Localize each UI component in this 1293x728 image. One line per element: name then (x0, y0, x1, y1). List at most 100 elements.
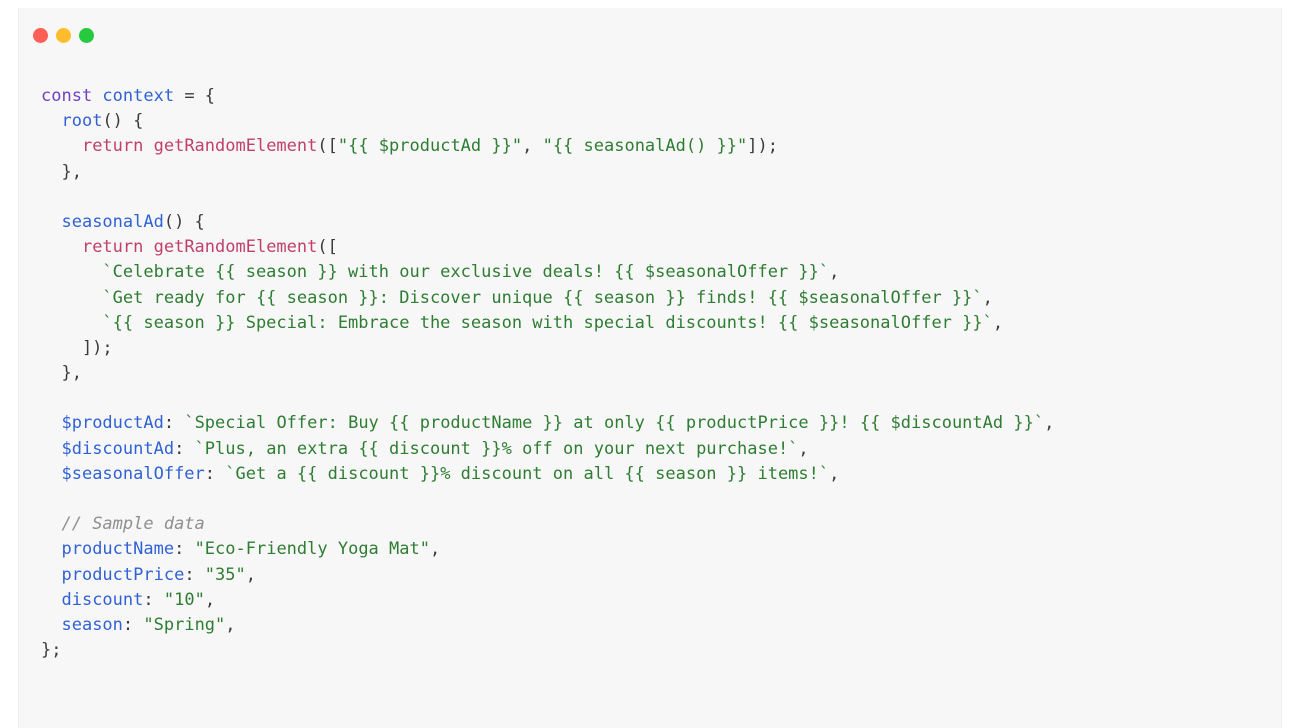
code-token: () { (102, 111, 144, 132)
code-token: $productAd (61, 413, 164, 434)
code-line: productName: "Eco-Friendly Yoga Mat", (41, 537, 1054, 562)
code-token: `{{ season }} Special: Embrace the seaso… (102, 312, 993, 333)
code-line: `{{ season }} Special: Embrace the seaso… (41, 311, 1054, 336)
code-token: season (61, 614, 123, 635)
code-token: discount (61, 589, 144, 610)
code-token: `Special Offer: Buy {{ productName }} at… (184, 413, 1045, 434)
code-token: , (829, 262, 840, 283)
minimize-dot-icon[interactable] (56, 28, 71, 43)
code-token: productPrice (61, 564, 185, 585)
code-token: "10" (163, 589, 205, 610)
code-token: () { (163, 211, 205, 232)
code-token: , (829, 463, 840, 484)
code-token: , (982, 287, 993, 308)
code-block: const context = { root() { return getRan… (41, 84, 1054, 663)
code-line: season: "Spring", (41, 613, 1054, 638)
code-token: ]); (41, 337, 113, 358)
code-line: root() { (41, 109, 1054, 134)
code-token: getRandomElement (153, 136, 318, 157)
code-token: , (1044, 413, 1055, 434)
code-token: return (81, 237, 154, 258)
code-token: productName (61, 539, 175, 560)
code-line: $productAd: `Special Offer: Buy {{ produ… (41, 411, 1054, 436)
code-token: , (204, 589, 216, 610)
code-token: return (81, 136, 154, 157)
code-token: "Eco-Friendly Yoga Mat" (194, 539, 430, 560)
code-line: $discountAd: `Plus, an extra {{ discount… (41, 437, 1054, 462)
code-token: $seasonalOffer (61, 463, 205, 484)
code-token: ]); (747, 136, 778, 157)
code-line: $seasonalOffer: `Get a {{ discount }}% d… (41, 462, 1054, 487)
zoom-dot-icon[interactable] (79, 28, 94, 43)
code-token: }, (41, 161, 82, 182)
code-token: : (174, 438, 195, 459)
code-line: return getRandomElement(["{{ $productAd … (41, 134, 1054, 159)
code-token: `Get ready for {{ season }}: Discover un… (102, 287, 983, 308)
code-token: getRandomElement (153, 237, 318, 258)
code-token: , (429, 539, 441, 560)
code-token: "35" (204, 564, 246, 585)
code-token: , (522, 136, 543, 157)
code-token: : (204, 463, 226, 484)
code-line: productPrice: "35", (41, 563, 1054, 588)
code-token: "Spring" (143, 614, 226, 635)
window-controls (33, 28, 94, 43)
code-token: , (798, 438, 809, 459)
code-token: : (143, 589, 164, 610)
code-line: `Get ready for {{ season }}: Discover un… (41, 286, 1054, 311)
code-window: const context = { root() { return getRan… (18, 8, 1282, 728)
code-token: }; (41, 640, 62, 661)
code-token: ([ (317, 136, 338, 157)
code-line: }, (41, 361, 1054, 386)
code-token: , (245, 564, 256, 585)
code-line: }, (41, 160, 1054, 185)
code-token: const (41, 86, 103, 106)
code-line: return getRandomElement([ (41, 235, 1054, 260)
code-line: discount: "10", (41, 588, 1054, 613)
code-token: context (102, 86, 175, 106)
code-token: `Celebrate {{ season }} with our exclusi… (102, 262, 830, 283)
code-token: // Sample data (61, 514, 205, 535)
code-token: , (992, 312, 1004, 333)
code-token: seasonalAd (61, 211, 164, 232)
code-token: , (225, 614, 236, 635)
code-line: ]); (41, 336, 1054, 361)
code-token: `Plus, an extra {{ discount }}% off on y… (194, 438, 799, 459)
code-token: "{{ seasonalAd() }}" (542, 136, 748, 157)
code-token: root (61, 111, 103, 132)
code-token: ([ (317, 237, 338, 258)
code-token: }, (41, 363, 82, 384)
close-dot-icon[interactable] (33, 28, 48, 43)
code-token: $discountAd (61, 438, 175, 459)
code-token: : (184, 564, 205, 585)
code-token: = { (174, 86, 216, 106)
code-token: "{{ $productAd }}" (337, 136, 523, 157)
code-line: const context = { (41, 84, 1054, 109)
code-line: `Celebrate {{ season }} with our exclusi… (41, 260, 1054, 285)
code-token: : (122, 614, 144, 635)
code-token: : (174, 539, 195, 560)
code-token: `Get a {{ discount }}% discount on all {… (225, 463, 830, 484)
code-token: : (163, 413, 185, 434)
code-line: // Sample data (41, 512, 1054, 537)
code-line: seasonalAd() { (41, 210, 1054, 235)
code-line: }; (41, 638, 1054, 663)
